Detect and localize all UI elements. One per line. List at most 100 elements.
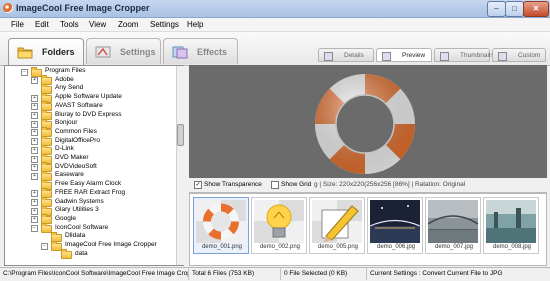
- tree-scrollbar[interactable]: [176, 66, 184, 265]
- tree-node-label: Gadwin Systems: [55, 197, 104, 205]
- menu-help[interactable]: Help: [187, 19, 203, 30]
- tree-node-label: Common Files: [55, 127, 97, 135]
- tree-node[interactable]: + DigitalOfficePro: [5, 136, 175, 147]
- custom-icon: [498, 52, 507, 61]
- settings-icon: [95, 46, 111, 58]
- expand-icon[interactable]: +: [31, 190, 38, 198]
- menu-zoom[interactable]: Zoom: [118, 19, 138, 30]
- thumbnail-item[interactable]: demo_002.png: [251, 197, 307, 254]
- tree-node-label: Any Send: [55, 84, 84, 92]
- tree-node[interactable]: Any Send: [5, 83, 175, 94]
- expand-icon[interactable]: +: [31, 138, 38, 146]
- view-tab-preview[interactable]: Preview: [376, 48, 432, 62]
- menu-edit[interactable]: Edit: [35, 19, 49, 30]
- thumbnail-image: [370, 200, 420, 243]
- folder-tree[interactable]: − Program Files + Adobe Any Send + Apple Softw…: [4, 65, 184, 266]
- tree-node[interactable]: + Adobe: [5, 75, 175, 86]
- status-bar: C:\Program Files\IconCool Software\Image…: [0, 267, 550, 281]
- menu-tools[interactable]: Tools: [60, 19, 79, 30]
- expand-icon[interactable]: +: [31, 77, 38, 85]
- show-transparence-checkbox[interactable]: ✓: [194, 181, 202, 189]
- view-tab-details[interactable]: Details: [318, 48, 374, 62]
- tree-node[interactable]: data: [5, 249, 175, 260]
- tree-node-label: FREE RAR Extract Frog: [55, 188, 126, 196]
- tree-node[interactable]: + Common Files: [5, 127, 175, 138]
- tree-node[interactable]: − IconCool Software: [5, 223, 175, 234]
- expand-icon[interactable]: +: [31, 172, 38, 180]
- tree-scrollbar-thumb[interactable]: [177, 124, 184, 146]
- tree-node[interactable]: + AVAST Software: [5, 101, 175, 112]
- thumbnail-image: [254, 200, 304, 243]
- thumbnail-item[interactable]: demo_006.jpg: [367, 197, 423, 254]
- tree-node-label: Bluray to DVD Express: [55, 110, 122, 118]
- expand-icon[interactable]: +: [31, 103, 38, 111]
- menu-settings[interactable]: Settings: [150, 19, 179, 30]
- tree-node[interactable]: + Gadwin Systems: [5, 197, 175, 207]
- status-selected-files: 0 File Selected (0 KB): [281, 268, 367, 280]
- thumbnail-caption: demo_005.png: [317, 244, 359, 250]
- show-grid-label: Show Grid: [281, 181, 312, 188]
- tree-node[interactable]: + Google: [5, 214, 175, 225]
- expand-icon[interactable]: +: [31, 207, 38, 215]
- collapse-icon[interactable]: −: [21, 68, 28, 76]
- title-bar: ImageCool Free Image Cropper – □ ✕: [0, 0, 550, 18]
- tree-node-label: Apple Software Update: [55, 93, 122, 101]
- tree-node[interactable]: Free Easy Alarm Clock: [5, 179, 175, 190]
- tree-node[interactable]: + FREE RAR Extract Frog: [5, 188, 175, 199]
- collapse-icon[interactable]: −: [41, 242, 48, 250]
- tree-node-label: Adobe: [55, 75, 74, 83]
- thumbnail-image: [428, 200, 478, 243]
- view-tab-thumbnails[interactable]: Thumbnails: [434, 48, 494, 62]
- minimize-button[interactable]: –: [487, 1, 506, 17]
- app-logo-icon: [3, 3, 13, 13]
- tree-node[interactable]: + D-Link: [5, 144, 175, 155]
- tree-node[interactable]: Dlldata: [5, 231, 175, 242]
- thumbnail-caption: demo_008.jpg: [492, 244, 532, 250]
- tree-node[interactable]: + DVDVideoSoft: [5, 162, 175, 173]
- expand-icon[interactable]: +: [31, 216, 38, 224]
- status-current-settings: Current Settings : Convert Current File …: [370, 270, 503, 277]
- tree-node[interactable]: + Apple Software Update: [5, 92, 175, 103]
- tree-node-label: Easeware: [55, 171, 84, 179]
- show-grid-checkbox[interactable]: [271, 181, 279, 189]
- expand-icon[interactable]: +: [31, 146, 38, 154]
- tree-node[interactable]: − Program Files: [5, 66, 175, 77]
- tree-node-label: DVD Maker: [55, 154, 89, 161]
- details-icon: [324, 52, 333, 61]
- tree-node[interactable]: + Bluray to DVD Express: [5, 110, 175, 120]
- thumbnail-image: [196, 200, 246, 243]
- tree-node[interactable]: + Glary Utilities 3: [5, 205, 175, 216]
- thumbnail-item[interactable]: demo_001.png: [193, 197, 249, 254]
- expand-icon[interactable]: +: [31, 120, 38, 128]
- tab-folders[interactable]: Folders: [8, 38, 84, 65]
- tree-node[interactable]: − ImageCool Free Image Cropper: [5, 240, 175, 251]
- menu-view[interactable]: View: [89, 19, 106, 30]
- view-tab-custom[interactable]: Custom: [492, 48, 546, 62]
- expand-icon[interactable]: +: [31, 94, 38, 102]
- thumbnails-icon: [440, 52, 449, 61]
- maximize-button[interactable]: □: [505, 1, 524, 17]
- expand-icon[interactable]: +: [31, 199, 38, 206]
- tree-node-label: DVDVideoSoft: [55, 162, 97, 170]
- tree-node[interactable]: + DVD Maker: [5, 153, 175, 164]
- close-button[interactable]: ✕: [523, 1, 549, 17]
- tree-node[interactable]: + Bonjour: [5, 118, 175, 129]
- tree-node-label: data: [75, 249, 88, 257]
- thumbnail-item[interactable]: demo_008.jpg: [483, 197, 539, 254]
- collapse-icon[interactable]: −: [31, 225, 38, 233]
- tab-effects[interactable]: Effects: [163, 38, 238, 64]
- menu-file[interactable]: File: [11, 19, 24, 30]
- expand-icon[interactable]: +: [31, 112, 38, 119]
- tree-node-label: DigitalOfficePro: [55, 136, 101, 144]
- thumbnail-image: [312, 200, 362, 243]
- thumbnail-item[interactable]: demo_005.png: [309, 197, 365, 254]
- tree-node[interactable]: + Easeware: [5, 170, 175, 181]
- tab-settings[interactable]: Settings: [86, 38, 161, 64]
- thumbnail-item[interactable]: demo_007.jpg: [425, 197, 481, 254]
- tree-node-label: AVAST Software: [55, 101, 103, 109]
- expand-icon[interactable]: +: [31, 129, 38, 137]
- thumbnail-image: [486, 200, 536, 243]
- expand-icon[interactable]: +: [31, 155, 38, 163]
- tree-node-label: Bonjour: [55, 119, 78, 127]
- expand-icon[interactable]: +: [31, 164, 38, 172]
